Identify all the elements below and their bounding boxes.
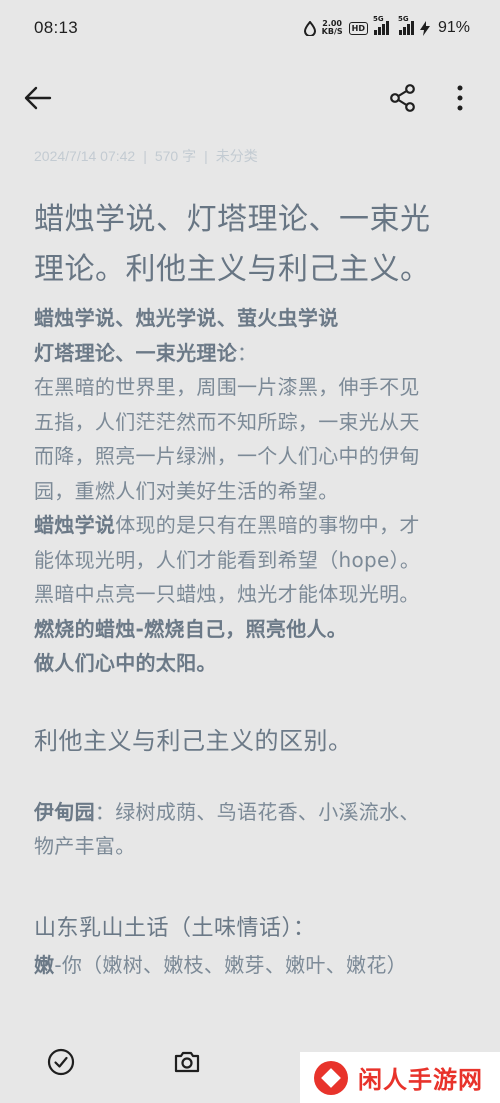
signal-icon-2: 5G (398, 15, 414, 35)
bold-line: 做人们心中的太阳。 (34, 651, 217, 675)
network-speed-unit: KB/S (321, 27, 343, 36)
heading-colon: ： (237, 340, 258, 365)
nen-term: 嫩 (34, 952, 55, 977)
checklist-button[interactable] (47, 1048, 75, 1076)
eden-paragraph: 伊甸园：绿树成荫、鸟语花香、小溪流水、 物产丰富。 (34, 795, 474, 864)
arrow-left-icon (24, 86, 52, 110)
paragraph-text: -你（嫩树、嫩枝、嫩芽、嫩叶、嫩花） (54, 952, 407, 977)
meta-separator: | (143, 148, 147, 164)
signal-1-label: 5G (372, 15, 384, 23)
paragraph-line: 园，重燃人们对美好生活的希望。 (34, 478, 339, 503)
status-time: 08:13 (34, 18, 79, 37)
paragraph-line: 物产丰富。 (34, 834, 136, 858)
water-drop-icon (303, 20, 316, 36)
paragraph-line: 黑暗中点亮一只蜡烛，烛光才能体现光明。 (34, 582, 420, 606)
check-circle-icon (47, 1048, 75, 1076)
note-toolbar (0, 72, 500, 124)
bold-line: 燃烧的蜡烛-燃烧自己，照亮他人。 (34, 616, 348, 641)
site-watermark: 闲人手游网 (300, 1052, 500, 1103)
heading-candle-theory: 蜡烛学说、烛光学说、萤火虫学说 (34, 306, 339, 330)
watermark-text: 闲人手游网 (358, 1066, 483, 1094)
share-icon (390, 84, 415, 112)
more-vertical-icon (457, 85, 463, 111)
heading-lighthouse-theory: 灯塔理论、一束光理论 (34, 340, 237, 365)
note-meta: 2024/7/14 07:42 | 570 字 | 未分类 (34, 146, 258, 166)
paragraph-line: 在黑暗的世界里，周围一片漆黑，伸手不见 (34, 375, 420, 399)
section-heading: 利他主义与利己主义的区别。 (34, 726, 353, 755)
network-speed: 2.00 KB/S (322, 20, 343, 36)
note-title-line: 理论。利他主义与利己主义。 (34, 252, 431, 287)
note-content[interactable]: 蜡烛学说、灯塔理论、一束光 理论。利他主义与利己主义。 蜡烛学说、烛光学说、萤火… (34, 195, 474, 982)
note-date: 2024/7/14 07:42 (34, 148, 136, 164)
note-title[interactable]: 蜡烛学说、灯塔理论、一束光 理论。利他主义与利己主义。 (34, 195, 474, 295)
candle-theory-term: 蜡烛学说 (34, 513, 116, 537)
dialect-line: 嫩-你（嫩树、嫩枝、嫩芽、嫩叶、嫩花） (34, 948, 474, 983)
signal-icon-1: 5G (373, 15, 389, 35)
dialect-section: 山东乳山土话（土味情话）： 嫩-你（嫩树、嫩枝、嫩芽、嫩叶、嫩花） (34, 910, 474, 983)
back-button[interactable] (22, 84, 54, 112)
watermark-logo-icon (314, 1060, 348, 1095)
status-indicators: 2.00 KB/S HD 5G 5G 91% (303, 15, 470, 37)
paragraph-line: 而降，照亮一片绿洲，一个人们心中的伊甸 (34, 444, 420, 468)
battery-percent: 91% (437, 19, 470, 36)
note-body: 蜡烛学说、烛光学说、萤火虫学说 灯塔理论、一束光理论： 在黑暗的世界里，周围一片… (34, 301, 474, 681)
status-bar: 08:13 2.00 KB/S HD 5G 5G 91% (0, 0, 500, 56)
signal-2-label: 5G (397, 15, 409, 23)
eden-term: 伊甸园 (34, 799, 95, 824)
more-options-button[interactable] (450, 84, 470, 112)
camera-icon (174, 1051, 200, 1073)
paragraph-text: ：绿树成荫、鸟语花香、小溪流水、 (94, 799, 420, 824)
meta-separator: | (204, 148, 208, 164)
dialect-heading: 山东乳山土话（土味情话）： (34, 915, 316, 941)
camera-button[interactable] (173, 1048, 201, 1076)
note-word-count: 570 字 (154, 148, 197, 164)
note-category[interactable]: 未分类 (216, 148, 258, 164)
hd-badge: HD (348, 21, 368, 35)
note-title-line: 蜡烛学说、灯塔理论、一束光 (34, 202, 431, 237)
paragraph-line: 五指，人们茫茫然而不知所踪，一束光从天 (34, 409, 420, 434)
paragraph-line: 能体现光明，人们才能看到希望（hope）。 (34, 547, 421, 572)
paragraph-text: 体现的是只有在黑暗的事物中，才 (115, 513, 420, 537)
share-button[interactable] (388, 84, 418, 112)
charging-bolt-icon (419, 20, 430, 36)
